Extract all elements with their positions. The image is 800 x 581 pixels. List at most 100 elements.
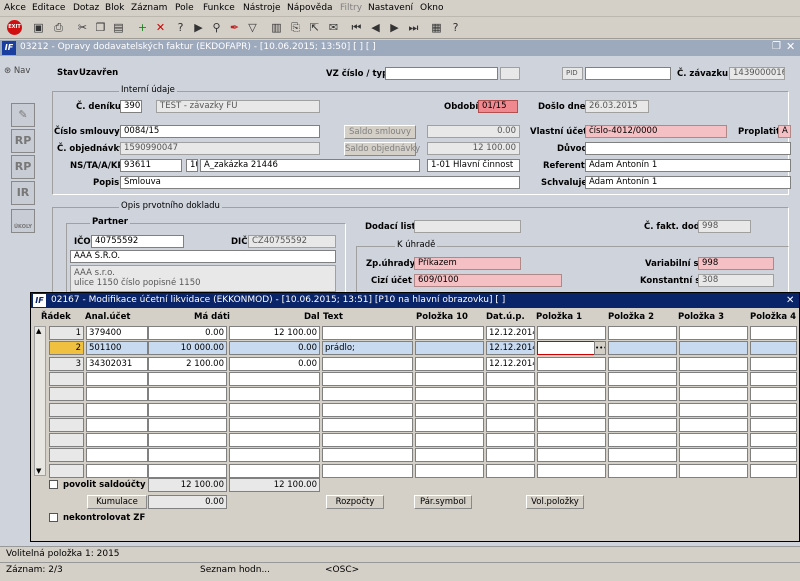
popis-field[interactable]: Smlouva <box>120 176 520 189</box>
empty-cell[interactable] <box>86 448 148 463</box>
ir-side-icon[interactable]: IR <box>11 181 35 205</box>
print-button[interactable]: ⎙ <box>50 19 67 36</box>
row-1-ucet[interactable]: 379400 <box>86 326 148 340</box>
empty-cell[interactable] <box>750 387 797 402</box>
empty-cell[interactable] <box>86 417 148 432</box>
rp-side-icon-2[interactable]: RP <box>11 155 35 179</box>
empty-cell[interactable] <box>679 433 748 448</box>
empty-cell[interactable] <box>322 448 413 463</box>
empty-cell[interactable] <box>750 433 797 448</box>
menu-nastroje[interactable]: Nástroje <box>243 3 281 13</box>
row-1-p10[interactable] <box>415 326 484 340</box>
restore-icon[interactable]: ❐ <box>772 41 781 52</box>
vol-polozky-button[interactable]: Vol.položky <box>526 495 584 509</box>
modal-close-icon[interactable]: ✕ <box>786 293 794 308</box>
obdobi-field[interactable]: 01/15 <box>478 100 518 113</box>
c-deniku-field[interactable]: 390 <box>120 100 142 113</box>
empty-cell[interactable] <box>537 433 606 448</box>
edit-side-icon[interactable]: ✎ <box>11 103 35 127</box>
empty-cell[interactable] <box>608 402 677 417</box>
row-3-madati[interactable]: 2 100.00 <box>148 356 227 371</box>
empty-cell[interactable] <box>148 448 227 463</box>
empty-cell[interactable] <box>537 387 606 402</box>
row-2-ucet[interactable]: 501100 <box>86 341 148 356</box>
menu-akce[interactable]: Akce <box>4 3 26 13</box>
execute-query-button[interactable]: ▶ <box>190 19 207 36</box>
row-2-p10[interactable] <box>415 341 484 356</box>
exit-button[interactable]: EXIT <box>6 19 23 36</box>
grid-button[interactable]: ▦ <box>428 19 445 36</box>
empty-cell[interactable] <box>415 417 484 432</box>
par-symbol-button[interactable]: Pár.symbol <box>414 495 472 509</box>
vz-typ-field[interactable] <box>500 67 520 80</box>
row-3-p2[interactable] <box>608 356 677 371</box>
empty-cell[interactable] <box>322 417 413 432</box>
copy-button[interactable]: ❐ <box>92 19 109 36</box>
empty-cell[interactable] <box>608 433 677 448</box>
row-2-datum[interactable]: 12.12.2014 <box>486 341 535 356</box>
empty-cell[interactable] <box>750 371 797 386</box>
a-field[interactable]: A_zakázka 21446 <box>200 159 420 172</box>
empty-cell[interactable] <box>229 448 320 463</box>
row-2-text[interactable]: prádlo; <box>322 341 413 356</box>
empty-cell[interactable] <box>148 402 227 417</box>
row-3-p3[interactable] <box>679 356 748 371</box>
export-button[interactable]: ⇱ <box>306 19 323 36</box>
variabilni-field[interactable]: 998 <box>698 257 774 270</box>
saldo-smlouvy-button[interactable]: Saldo smlouvy <box>344 125 416 139</box>
scroll-up-icon[interactable]: ▲ <box>36 327 41 335</box>
rozpocty-button[interactable]: Rozpočty <box>326 495 384 509</box>
empty-cell[interactable] <box>86 433 148 448</box>
empty-cell[interactable] <box>148 387 227 402</box>
empty-cell[interactable] <box>229 402 320 417</box>
cizi-ucet-field[interactable]: 609/0100 <box>414 274 562 287</box>
referent-field[interactable]: Adam Antonín 1 <box>585 159 791 172</box>
empty-cell[interactable] <box>229 417 320 432</box>
empty-cell[interactable] <box>537 448 606 463</box>
empty-cell[interactable] <box>322 402 413 417</box>
empty-cell[interactable] <box>229 371 320 386</box>
menu-dotaz[interactable]: Dotaz <box>73 3 99 13</box>
row-2-p3[interactable] <box>679 341 748 356</box>
empty-cell[interactable] <box>322 433 413 448</box>
row-1-p4[interactable] <box>750 326 797 340</box>
empty-cell[interactable] <box>415 448 484 463</box>
row-1-p3[interactable] <box>679 326 748 340</box>
first-record-button[interactable]: ⏮ <box>348 19 365 36</box>
c-fakt-field[interactable]: 998 <box>698 220 751 233</box>
query-button[interactable]: ? <box>172 19 189 36</box>
cut-button[interactable]: ✂ <box>74 19 91 36</box>
vlastni-ucet-field[interactable]: číslo-4012/0000 <box>585 125 727 138</box>
empty-cell[interactable] <box>486 387 535 402</box>
empty-cell[interactable] <box>537 371 606 386</box>
empty-cell[interactable] <box>229 463 320 478</box>
empty-cell[interactable] <box>229 433 320 448</box>
empty-cell[interactable] <box>415 463 484 478</box>
empty-cell[interactable] <box>486 417 535 432</box>
insert-record-button[interactable]: + <box>134 19 151 36</box>
empty-cell[interactable] <box>608 371 677 386</box>
find-button[interactable]: ⚲ <box>208 19 225 36</box>
konstantni-field[interactable]: 308 <box>698 274 774 287</box>
notes-button[interactable]: ▥ <box>268 19 285 36</box>
menu-nastaveni[interactable]: Nastavení <box>368 3 413 13</box>
menu-zaznam[interactable]: Záznam <box>131 3 167 13</box>
empty-cell[interactable] <box>148 371 227 386</box>
zp-uhrady-field[interactable]: Příkazem <box>414 257 521 270</box>
menu-funkce[interactable]: Funkce <box>203 3 235 13</box>
empty-cell[interactable] <box>537 402 606 417</box>
empty-cell[interactable] <box>322 387 413 402</box>
empty-cell[interactable] <box>148 433 227 448</box>
vz-cislo-field[interactable] <box>385 67 498 80</box>
pid-field[interactable] <box>585 67 671 80</box>
row-1-text[interactable] <box>322 326 413 340</box>
ns-field[interactable]: 93611 <box>120 159 182 172</box>
empty-cell[interactable] <box>486 371 535 386</box>
menu-blok[interactable]: Blok <box>105 3 124 13</box>
proplatit-field[interactable]: A <box>778 125 791 138</box>
empty-cell[interactable] <box>322 371 413 386</box>
empty-cell[interactable] <box>415 371 484 386</box>
schvaluje-field[interactable]: Adam Antonín 1 <box>585 176 791 189</box>
next-record-button[interactable]: ▶ <box>386 19 403 36</box>
row-3-text[interactable] <box>322 356 413 371</box>
